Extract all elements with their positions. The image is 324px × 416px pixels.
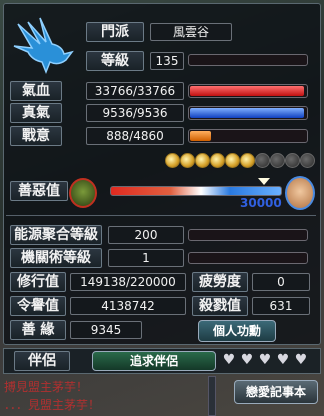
morality-label: 善惡值 [10,181,68,201]
hp-value: 33766/33766 [86,82,184,100]
fight-bar [188,129,308,143]
morality-bar [110,186,282,196]
chat-line: 搏見盟主茅芋！ [4,380,89,394]
morality-marker [258,178,270,185]
mp-label: 真氣 [10,103,62,123]
skill-bar [188,252,308,264]
level-value: 135 [150,52,184,70]
seek-partner-button[interactable]: 追求伴侶 [92,351,216,371]
skill-label: 能源聚合等級 [10,225,102,245]
sect-emblem-icon [10,14,82,78]
love-diary-button[interactable]: 戀愛記事本 [234,380,318,404]
coin-icon [195,153,210,168]
karma-value: 9345 [70,321,142,339]
coin-icon [270,153,285,168]
skill-value: 1 [108,249,184,267]
partner-label: 伴侶 [14,351,70,371]
reputation-label: 令譽值 [10,296,66,316]
reputation-value: 4138742 [70,297,186,315]
coin-icon [180,153,195,168]
skill-label: 機關術等級 [10,248,102,268]
mp-fill [190,108,304,118]
heart-icon: ♥ [222,352,236,368]
cultivation-value: 149138/220000 [70,273,186,291]
coin-icon [210,153,225,168]
fight-value: 888/4860 [86,127,184,145]
kills-label: 殺戮值 [192,296,248,316]
coin-icon [165,153,180,168]
coin-icon [240,153,255,168]
sect-value: 風雲谷 [150,23,232,41]
fatigue-label: 疲勞度 [192,272,248,292]
heart-icon: ♥ [276,352,290,368]
karma-label: 善 緣 [10,320,66,340]
hp-bar [188,84,308,98]
skill-value: 200 [108,226,184,244]
hp-label: 氣血 [10,81,62,101]
cultivation-label: 修行值 [10,272,66,292]
skill-bar [188,229,308,241]
level-exp-bar [188,54,308,66]
heart-icon: ♥ [258,352,272,368]
level-label: 等級 [86,51,144,71]
coin-icon [285,153,300,168]
coin-icon [255,153,270,168]
chat-line: ．．．見盟主茅芋！ [4,398,101,412]
coin-icon [300,153,315,168]
mp-bar [188,106,308,120]
scrollbar[interactable] [208,376,216,416]
evil-face-icon [69,178,97,208]
merit-button[interactable]: 個人功勳 [198,320,276,342]
fatigue-value: 0 [252,273,310,291]
mp-value: 9536/9536 [86,104,184,122]
kills-value: 631 [252,297,310,315]
section-divider [6,215,316,216]
heart-icon: ♥ [294,352,308,368]
good-face-icon [285,176,315,210]
fight-label: 戰意 [10,126,62,146]
sect-label: 門派 [86,22,144,42]
morality-value: 30000 [240,196,282,210]
heart-icon: ♥ [240,352,254,368]
fight-fill [190,131,211,141]
coin-icon [225,153,240,168]
character-panel: 門派 風雲谷 等級 135 氣血 33766/33766 真氣 9536/953… [0,0,324,416]
hp-fill [190,86,304,96]
